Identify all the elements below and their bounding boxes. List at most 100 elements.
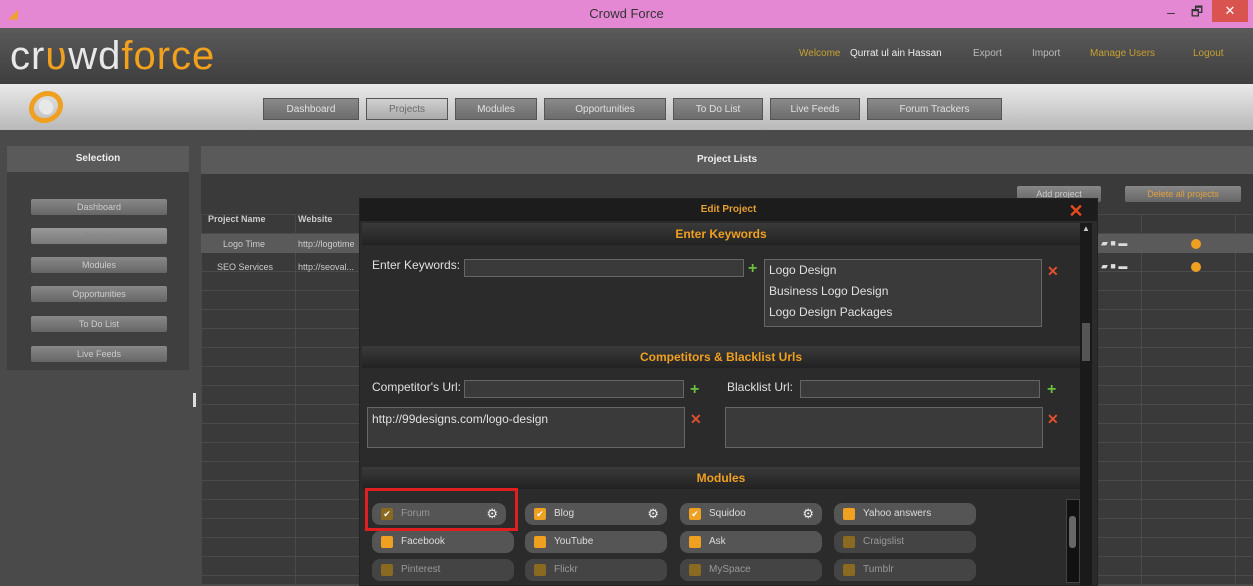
module-pinterest[interactable]: Pinterest bbox=[372, 559, 514, 581]
scroll-up-icon[interactable]: ▲ bbox=[1080, 223, 1092, 235]
tab-todo-list[interactable]: To Do List bbox=[673, 98, 763, 120]
manage-users-link[interactable]: Manage Users bbox=[1090, 48, 1155, 59]
module-yahoo-answers[interactable]: Yahoo answers bbox=[834, 503, 976, 525]
add-blacklist-icon[interactable]: + bbox=[1047, 381, 1056, 399]
remove-blacklist-icon[interactable]: ✕ bbox=[1047, 411, 1059, 428]
close-window-button[interactable]: ✕ bbox=[1212, 0, 1248, 22]
module-youtube[interactable]: YouTube bbox=[525, 531, 667, 553]
sidebar-item-todo-list[interactable]: To Do List bbox=[31, 316, 167, 332]
module-blog[interactable]: ✔ Blog ⚙ bbox=[525, 503, 667, 525]
blacklist-url-input[interactable] bbox=[800, 380, 1040, 398]
checkbox-icon[interactable] bbox=[689, 536, 701, 548]
checkbox-icon[interactable] bbox=[843, 536, 855, 548]
add-competitor-icon[interactable]: + bbox=[690, 381, 699, 399]
sidebar-item-modules[interactable]: Modules bbox=[31, 257, 167, 273]
checkbox-icon[interactable] bbox=[843, 508, 855, 520]
logo-o: ʋ bbox=[45, 34, 69, 78]
minimize-button[interactable]: – bbox=[1158, 2, 1184, 24]
modules-scrollbar[interactable] bbox=[1066, 499, 1080, 583]
module-craigslist[interactable]: Craigslist bbox=[834, 531, 976, 553]
column-header-project-name: Project Name bbox=[208, 214, 266, 224]
sidebar-item-projects[interactable]: Projects bbox=[31, 228, 167, 244]
maximize-button[interactable]: 🗗 bbox=[1184, 2, 1210, 24]
module-label: Squidoo bbox=[709, 508, 746, 519]
add-keyword-icon[interactable]: + bbox=[748, 260, 757, 278]
tab-opportunities[interactable]: Opportunities bbox=[544, 98, 666, 120]
blacklist-url-list[interactable] bbox=[725, 407, 1043, 448]
checkbox-icon[interactable] bbox=[689, 564, 701, 576]
logout-link[interactable]: Logout bbox=[1193, 48, 1224, 59]
module-label: Flickr bbox=[554, 564, 578, 575]
module-flickr[interactable]: Flickr bbox=[525, 559, 667, 581]
main-nav: Dashboard Projects Modules Opportunities… bbox=[0, 84, 1253, 130]
project-list-title: Project Lists bbox=[201, 146, 1253, 174]
competitor-url-input[interactable] bbox=[464, 380, 684, 398]
checkbox-checked-icon[interactable]: ✔ bbox=[689, 508, 701, 520]
logo-text-force: force bbox=[121, 34, 216, 78]
checkbox-checked-icon[interactable]: ✔ bbox=[534, 508, 546, 520]
import-link[interactable]: Import bbox=[1032, 48, 1060, 59]
row-settings-icon[interactable] bbox=[1191, 239, 1201, 249]
module-label: Facebook bbox=[401, 536, 445, 547]
tab-dashboard[interactable]: Dashboard bbox=[263, 98, 359, 120]
user-name: Qurrat ul ain Hassan bbox=[850, 48, 942, 59]
row-action-icons[interactable]: ▰ ■ ▬ bbox=[1101, 238, 1127, 249]
module-facebook[interactable]: Facebook bbox=[372, 531, 514, 553]
dialog-close-icon[interactable]: ✕ bbox=[1066, 201, 1086, 221]
row-action-icons[interactable]: ▰ ■ ▬ bbox=[1101, 261, 1127, 272]
logo-text-cr: cr bbox=[10, 34, 46, 78]
dialog-scroll-thumb[interactable] bbox=[1082, 323, 1090, 361]
competitor-url-item[interactable]: http://99designs.com/logo-design bbox=[372, 412, 548, 426]
module-myspace[interactable]: MySpace bbox=[680, 559, 822, 581]
tab-live-feeds[interactable]: Live Feeds bbox=[770, 98, 860, 120]
app-header: crʋwdforce Welcome Qurrat ul ain Hassan … bbox=[0, 28, 1253, 84]
sidebar-item-live-feeds[interactable]: Live Feeds bbox=[31, 346, 167, 362]
competitors-section-header: Competitors & Blacklist Urls bbox=[362, 346, 1080, 368]
module-label: Pinterest bbox=[401, 564, 441, 575]
gear-icon[interactable]: ⚙ bbox=[802, 503, 814, 525]
welcome-label: Welcome bbox=[799, 48, 841, 59]
checkbox-icon[interactable] bbox=[381, 536, 393, 548]
tab-modules[interactable]: Modules bbox=[455, 98, 537, 120]
keyword-item[interactable]: Business Logo Design bbox=[769, 284, 888, 298]
module-label: Tumblr bbox=[863, 564, 894, 575]
modules-scroll-thumb[interactable] bbox=[1069, 516, 1076, 548]
keyword-item[interactable]: Logo Design bbox=[769, 263, 836, 277]
keyword-item[interactable]: Logo Design Packages bbox=[769, 305, 892, 319]
splitter-handle[interactable] bbox=[193, 393, 196, 407]
checkbox-icon[interactable] bbox=[534, 536, 546, 548]
module-ask[interactable]: Ask bbox=[680, 531, 822, 553]
checkbox-icon[interactable] bbox=[843, 564, 855, 576]
sidebar-item-opportunities[interactable]: Opportunities bbox=[31, 286, 167, 302]
sidebar: Selection Dashboard Projects Modules Opp… bbox=[7, 146, 189, 370]
competitor-url-label: Competitor's Url: bbox=[372, 380, 461, 394]
sidebar-item-dashboard[interactable]: Dashboard bbox=[31, 199, 167, 215]
module-squidoo[interactable]: ✔ Squidoo ⚙ bbox=[680, 503, 822, 525]
row-website: http://seoval... bbox=[298, 262, 355, 272]
remove-competitor-icon[interactable]: ✕ bbox=[690, 411, 702, 428]
module-label: Blog bbox=[554, 508, 575, 519]
module-tumblr[interactable]: Tumblr bbox=[834, 559, 976, 581]
keywords-input[interactable] bbox=[464, 259, 744, 277]
remove-keyword-icon[interactable]: ✕ bbox=[1047, 263, 1059, 280]
module-label: YouTube bbox=[554, 536, 594, 547]
module-label: MySpace bbox=[709, 564, 751, 575]
dialog-scrollbar[interactable]: ▲ bbox=[1080, 223, 1092, 585]
tab-forum-trackers[interactable]: Forum Trackers bbox=[867, 98, 1002, 120]
checkbox-icon[interactable] bbox=[534, 564, 546, 576]
delete-all-projects-button[interactable]: Delete all projects bbox=[1125, 186, 1241, 202]
blacklist-url-label: Blacklist Url: bbox=[727, 380, 794, 394]
dialog-title: Edit Project bbox=[360, 199, 1097, 221]
gear-icon[interactable]: ⚙ bbox=[647, 503, 659, 525]
tab-projects[interactable]: Projects bbox=[366, 98, 448, 120]
modules-section-header: Modules bbox=[362, 467, 1080, 489]
row-project-name: SEO Services bbox=[217, 262, 274, 272]
window-title: Crowd Force bbox=[589, 6, 664, 21]
export-link[interactable]: Export bbox=[973, 48, 1002, 59]
checkbox-icon[interactable] bbox=[381, 564, 393, 576]
sidebar-title: Selection bbox=[7, 146, 189, 172]
row-settings-icon[interactable] bbox=[1191, 262, 1201, 272]
module-label: Ask bbox=[709, 536, 726, 547]
row-website: http://logotime bbox=[298, 239, 355, 249]
forum-highlight-box bbox=[365, 488, 518, 531]
